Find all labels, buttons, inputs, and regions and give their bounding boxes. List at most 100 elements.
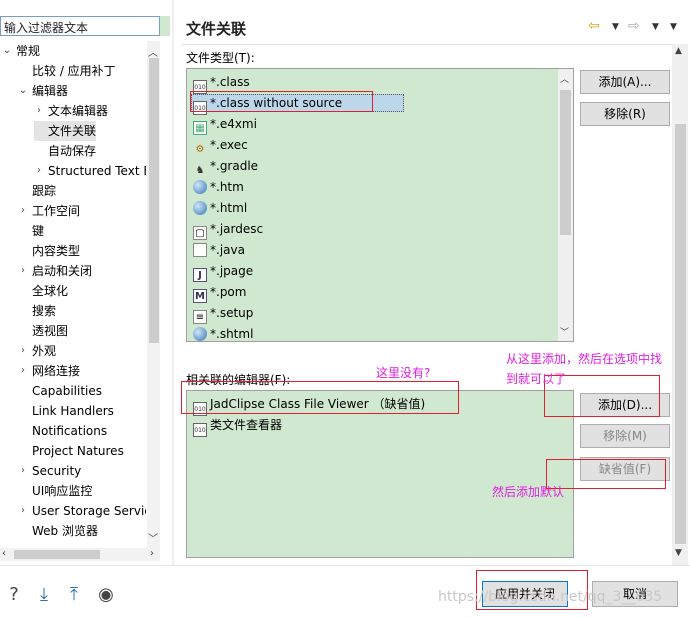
file-type-name: *.e4xmi bbox=[210, 117, 257, 131]
back-arrow-icon[interactable]: ⇦ bbox=[588, 18, 600, 34]
tree-item[interactable]: 比较 / 应用补丁 bbox=[18, 61, 116, 81]
help-icon[interactable]: ? bbox=[4, 585, 24, 605]
collapsed-twisty-icon[interactable]: › bbox=[34, 161, 44, 181]
tree-item[interactable]: Project Natures bbox=[18, 441, 124, 461]
tree-item-label: 编辑器 bbox=[32, 84, 69, 98]
expanded-twisty-icon[interactable]: ⌄ bbox=[18, 81, 28, 101]
tree-item[interactable]: › 启动和关闭 bbox=[18, 261, 92, 281]
file-type-item[interactable]: ♞ *.gradle bbox=[193, 156, 259, 176]
tree-item[interactable]: 文件关联 bbox=[34, 121, 97, 141]
tree-item-label: 工作空间 bbox=[32, 204, 81, 218]
annotation-add-here-2: 到就可以了 bbox=[506, 372, 567, 386]
tree-scroll-thumb[interactable] bbox=[149, 58, 159, 343]
collapsed-twisty-icon[interactable]: › bbox=[18, 201, 28, 221]
scroll-up-icon[interactable]: ︿ bbox=[148, 44, 158, 59]
tree-item[interactable]: 自动保存 bbox=[34, 141, 96, 161]
collapsed-twisty-icon[interactable]: › bbox=[34, 101, 44, 121]
page-scroll-thumb[interactable] bbox=[675, 124, 686, 544]
list-scroll-up-icon[interactable]: ︿ bbox=[560, 72, 569, 85]
m-file-icon: M bbox=[193, 289, 207, 303]
back-dropdown-icon[interactable]: ▼ bbox=[612, 22, 619, 32]
scroll-right-icon[interactable]: › bbox=[150, 548, 154, 559]
tree-item[interactable]: › 网络连接 bbox=[18, 361, 80, 381]
tree-item[interactable]: 键 bbox=[18, 221, 44, 241]
forward-arrow-icon[interactable]: ⇨ bbox=[628, 18, 640, 34]
remove-file-type-button[interactable]: 移除(R) bbox=[580, 102, 670, 126]
tree-item[interactable]: › 外观 bbox=[18, 341, 56, 361]
filter-clear-area bbox=[160, 16, 170, 36]
tree-item[interactable]: UI响应监控 bbox=[18, 481, 92, 501]
annotation-box-class-without-source bbox=[190, 91, 373, 112]
file-type-name: *.pom bbox=[210, 285, 247, 299]
collapsed-twisty-icon[interactable]: › bbox=[18, 501, 28, 521]
tree-item-label: Structured Text E bbox=[48, 164, 146, 178]
file-types-scroll-thumb[interactable] bbox=[560, 90, 571, 235]
list-scroll-down-icon[interactable]: ﹀ bbox=[560, 325, 569, 338]
tree-item-label: 全球化 bbox=[32, 284, 69, 298]
annotation-then-default: 然后添加默认 bbox=[492, 485, 565, 499]
file-type-item[interactable]: *.htm bbox=[193, 177, 244, 197]
expanded-twisty-icon[interactable]: ⌄ bbox=[2, 41, 12, 61]
associated-editors-list[interactable]: 010 JadClipse Class File Viewer （缺省值) 010 类… bbox=[186, 390, 574, 558]
scroll-left-icon[interactable]: ‹ bbox=[2, 548, 6, 559]
file-type-item[interactable]: *.html bbox=[193, 198, 247, 218]
export-icon[interactable]: ⤒ bbox=[64, 585, 84, 605]
tree-item-label: UI响应监控 bbox=[32, 484, 93, 498]
file-type-item[interactable]: J *.jpage bbox=[193, 261, 253, 282]
tree-hscroll-thumb[interactable] bbox=[14, 550, 100, 559]
tree-item[interactable]: ⌄ 常规 bbox=[2, 41, 40, 61]
collapsed-twisty-icon[interactable]: › bbox=[18, 341, 28, 361]
tree-item[interactable]: › 工作空间 bbox=[18, 201, 80, 221]
globe-icon bbox=[193, 327, 207, 341]
tree-item[interactable]: › User Storage Servic bbox=[18, 501, 146, 521]
file-types-label: 文件类型(T): bbox=[186, 51, 255, 65]
tree-item[interactable]: 跟踪 bbox=[18, 181, 56, 201]
tree-item-label: 比较 / 应用补丁 bbox=[32, 64, 116, 78]
tree-item[interactable]: › 文本编辑器 bbox=[34, 101, 108, 121]
page-scroll-up-icon[interactable]: ▲ bbox=[675, 46, 682, 56]
remove-editor-button[interactable]: 移除(M) bbox=[580, 424, 670, 448]
tree-item[interactable]: 搜索 bbox=[18, 301, 56, 321]
tree-item-label: Link Handlers bbox=[32, 404, 114, 418]
oomph-icon[interactable]: ◉ bbox=[96, 585, 116, 605]
tree-item[interactable]: Web 浏览器 bbox=[18, 521, 98, 541]
tree-item-label: 文件关联 bbox=[48, 124, 97, 138]
tree-item[interactable]: Capabilities bbox=[18, 381, 102, 401]
tree-item[interactable]: › Security bbox=[18, 461, 81, 481]
tree-item-label: 外观 bbox=[32, 344, 57, 358]
jar-icon: ▢ bbox=[193, 226, 207, 240]
page-scroll-down-icon[interactable]: ▼ bbox=[675, 548, 682, 558]
file-type-item[interactable]: ▦ *.e4xmi bbox=[193, 114, 257, 135]
forward-dropdown-icon[interactable]: ▼ bbox=[652, 22, 659, 32]
tree-item[interactable]: Notifications bbox=[18, 421, 107, 441]
tree-item[interactable]: ⌄ 编辑器 bbox=[18, 81, 68, 101]
file-type-name: *.jardesc bbox=[210, 222, 264, 236]
tree-item-label: 搜索 bbox=[32, 304, 57, 318]
scroll-down-icon[interactable]: ﹀ bbox=[148, 530, 158, 545]
tree-item[interactable]: 透视图 bbox=[18, 321, 68, 341]
file-type-item[interactable]: M *.pom bbox=[193, 282, 247, 303]
file-type-name: *.shtml bbox=[210, 327, 254, 341]
tree-item[interactable]: Link Handlers bbox=[18, 401, 114, 421]
collapsed-twisty-icon[interactable]: › bbox=[18, 361, 28, 381]
file-type-item[interactable]: ⚙ *.exec bbox=[193, 135, 248, 155]
setup-icon: ≡ bbox=[193, 310, 207, 324]
view-menu-icon[interactable]: ▼ bbox=[670, 22, 677, 32]
editor-item[interactable]: 010 类文件查看器 bbox=[193, 415, 282, 437]
import-icon[interactable]: ⤓ bbox=[34, 585, 54, 605]
file-type-item[interactable]: ≡ *.setup bbox=[193, 303, 253, 324]
annotation-not-here: 这里没有? bbox=[376, 366, 431, 380]
add-file-type-button[interactable]: 添加(A)... bbox=[580, 70, 670, 94]
collapsed-twisty-icon[interactable]: › bbox=[18, 461, 28, 481]
tree-item[interactable]: 全球化 bbox=[18, 281, 68, 301]
tree-item-label: 网络连接 bbox=[32, 364, 81, 378]
tree-item[interactable]: 内容类型 bbox=[18, 241, 80, 261]
file-type-item[interactable]: ▢ *.jardesc bbox=[193, 219, 264, 240]
tree-item-label: Capabilities bbox=[32, 384, 102, 398]
collapsed-twisty-icon[interactable]: › bbox=[18, 261, 28, 281]
file-type-item[interactable]: 010 *.class bbox=[193, 72, 250, 94]
filter-input[interactable]: 输入过滤器文本 bbox=[0, 16, 160, 36]
file-type-item[interactable]: *.java bbox=[193, 240, 245, 260]
file-type-item[interactable]: *.shtml bbox=[193, 324, 254, 341]
tree-item[interactable]: › Structured Text E bbox=[34, 161, 146, 181]
